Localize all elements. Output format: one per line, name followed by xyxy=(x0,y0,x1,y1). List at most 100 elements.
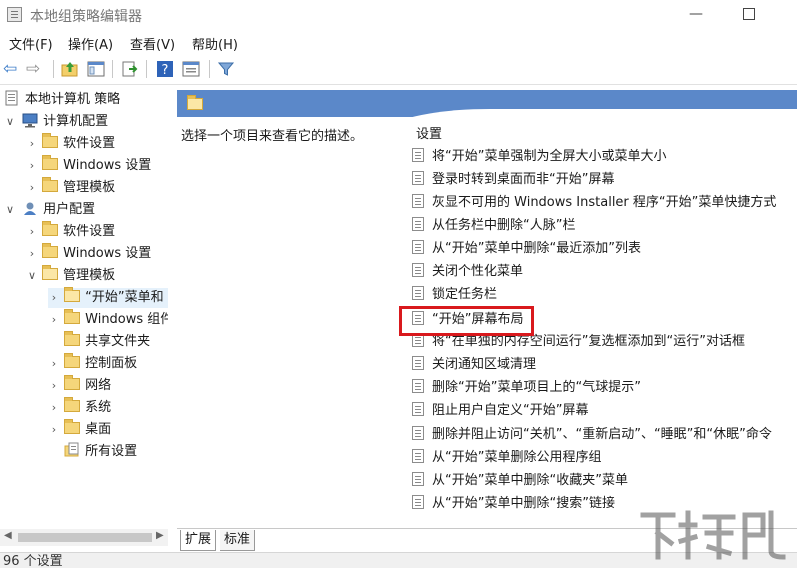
tree-label: 系统 xyxy=(85,400,112,415)
maximize-button[interactable] xyxy=(729,3,769,25)
tree-item-network[interactable]: › 网络 xyxy=(48,375,112,396)
policy-item[interactable]: 从“开始”菜单中删除“最近添加”列表 xyxy=(412,238,641,259)
tree-item-computer-config[interactable]: ∨ 计算机配置 xyxy=(4,112,108,132)
policy-setting-icon xyxy=(412,194,424,208)
expand-chevron-icon[interactable]: › xyxy=(48,288,60,308)
policy-item[interactable]: 阻止用户自定义“开始”屏幕 xyxy=(412,400,588,421)
policy-item[interactable]: 关闭个性化菜单 xyxy=(412,261,523,282)
collapse-chevron-icon[interactable]: ∨ xyxy=(26,266,38,286)
tree-item-cc-windows[interactable]: › Windows 设置 xyxy=(26,155,151,176)
policy-item[interactable]: 从“开始”菜单删除公用程序组 xyxy=(412,447,601,468)
policy-label: 灰显不可用的 Windows Installer 程序“开始”菜单快捷方式 xyxy=(432,195,777,210)
minimize-button[interactable]: — xyxy=(676,3,716,25)
menu-action[interactable]: 操作(A) xyxy=(68,34,113,53)
column-header-setting[interactable]: 设置 xyxy=(416,123,442,142)
expand-chevron-icon[interactable]: › xyxy=(48,376,60,396)
tree-item-cc-admin[interactable]: › 管理模板 xyxy=(26,177,116,198)
tree-label: Windows 组件 xyxy=(85,312,168,327)
policy-item[interactable]: 删除并阻止访问“关机”、“重新启动”、“睡眠”和“休眠”命令 xyxy=(412,424,772,445)
scrollbar-thumb[interactable] xyxy=(18,533,152,542)
show-tree-icon[interactable] xyxy=(86,59,106,79)
window-title: 本地组策略编辑器 xyxy=(30,9,142,25)
help-icon[interactable]: ? xyxy=(155,59,175,79)
tree-item-system[interactable]: › 系统 xyxy=(48,397,112,418)
scroll-right-icon[interactable]: ▶ xyxy=(156,530,164,541)
policy-setting-icon xyxy=(412,356,424,370)
expand-chevron-icon[interactable]: › xyxy=(48,310,60,330)
expand-chevron-icon[interactable]: › xyxy=(48,398,60,418)
policy-setting-icon xyxy=(412,379,424,393)
expand-chevron-icon[interactable]: › xyxy=(26,156,38,176)
policy-setting-icon xyxy=(412,171,424,185)
scroll-left-icon[interactable]: ◀ xyxy=(4,530,12,541)
collapse-chevron-icon[interactable]: ∨ xyxy=(4,200,16,220)
folder-open-icon xyxy=(42,265,59,280)
collapse-chevron-icon[interactable]: ∨ xyxy=(4,112,16,132)
expand-chevron-icon[interactable]: › xyxy=(26,244,38,264)
toolbar-separator xyxy=(146,60,147,78)
tree-label: 管理模板 xyxy=(63,180,116,195)
tree-item-shared-folders[interactable]: 共享文件夹 xyxy=(48,331,151,352)
forward-arrow-icon[interactable]: ⇨ xyxy=(26,60,40,78)
tab-standard[interactable]: 标准 xyxy=(220,530,256,551)
folder-icon xyxy=(64,419,81,434)
tree-label: 共享文件夹 xyxy=(85,334,151,349)
tab-extended[interactable]: 扩展 xyxy=(180,530,217,551)
expand-chevron-icon[interactable]: › xyxy=(48,420,60,440)
policy-setting-icon xyxy=(412,286,424,300)
tree-item-control-panel[interactable]: › 控制面板 xyxy=(48,353,137,374)
all-settings-icon xyxy=(64,442,79,457)
menu-file[interactable]: 文件(F) xyxy=(9,34,53,53)
policy-item[interactable]: 锁定任务栏 xyxy=(412,284,497,305)
properties-icon[interactable] xyxy=(181,59,201,79)
policy-item[interactable]: 关闭通知区域清理 xyxy=(412,354,536,375)
tree-item-root[interactable]: 本地计算机 策略 xyxy=(4,90,120,110)
tree-label: 桌面 xyxy=(85,422,112,437)
tree-item-cc-software[interactable]: › 软件设置 xyxy=(26,133,115,154)
policy-item[interactable]: 灰显不可用的 Windows Installer 程序“开始”菜单快捷方式 xyxy=(412,192,776,213)
policy-item[interactable]: 将“开始”菜单强制为全屏大小或菜单大小 xyxy=(412,146,666,167)
description-text: 选择一个项目来查看它的描述。 xyxy=(181,129,364,144)
policy-label: 删除并阻止访问“关机”、“重新启动”、“睡眠”和“休眠”命令 xyxy=(432,427,772,442)
tree-item-uc-software[interactable]: › 软件设置 xyxy=(26,221,115,242)
expand-chevron-icon[interactable]: › xyxy=(48,354,60,374)
title-bar: 本地组策略编辑器 — xyxy=(0,0,797,30)
export-icon[interactable] xyxy=(120,59,140,79)
toolbar-separator xyxy=(209,60,210,78)
expand-chevron-icon[interactable]: › xyxy=(26,178,38,198)
tree-label: 网络 xyxy=(85,378,112,393)
filter-icon[interactable] xyxy=(216,59,236,79)
computer-icon xyxy=(22,113,38,128)
policy-setting-icon xyxy=(412,263,424,277)
up-folder-icon[interactable] xyxy=(60,59,80,79)
tree-item-desktop[interactable]: › 桌面 xyxy=(48,419,112,440)
policy-item[interactable]: 从“开始”菜单中删除“收藏夹”菜单 xyxy=(412,470,628,491)
tree-item-uc-admin[interactable]: ∨ 管理模板 xyxy=(26,265,115,286)
folder-open-icon xyxy=(64,287,81,302)
tree-item-start-menu[interactable]: › “开始”菜单和 xyxy=(48,287,168,308)
policy-label: 关闭个性化菜单 xyxy=(432,264,524,279)
tree-label: 所有设置 xyxy=(85,444,138,459)
policy-setting-icon xyxy=(412,426,424,440)
tree-item-uc-windows[interactable]: › Windows 设置 xyxy=(26,243,151,264)
policy-item[interactable]: 删除“开始”菜单项目上的“气球提示” xyxy=(412,377,641,398)
tree-item-all-settings[interactable]: 所有设置 xyxy=(48,442,137,462)
expand-chevron-icon[interactable]: › xyxy=(26,134,38,154)
back-arrow-icon[interactable]: ⇦ xyxy=(3,60,17,78)
tree-item-windows-components[interactable]: › Windows 组件 xyxy=(48,309,168,330)
policy-setting-icon xyxy=(412,217,424,231)
policy-item[interactable]: 从任务栏中删除“人脉”栏 xyxy=(412,215,575,236)
tree-item-user-config[interactable]: ∨ 用户配置 xyxy=(4,200,95,220)
expand-chevron-icon[interactable]: › xyxy=(26,222,38,242)
policy-label: 删除“开始”菜单项目上的“气球提示” xyxy=(432,380,641,395)
user-icon xyxy=(24,202,37,215)
app-icon xyxy=(7,7,22,22)
policy-item[interactable]: 登录时转到桌面而非“开始”屏幕 xyxy=(412,169,614,190)
tree-horizontal-scrollbar[interactable]: ◀ ▶ xyxy=(0,529,168,546)
menu-view[interactable]: 查看(V) xyxy=(130,34,175,53)
menu-help[interactable]: 帮助(H) xyxy=(192,34,238,53)
folder-icon xyxy=(42,243,59,258)
policy-label: 阻止用户自定义“开始”屏幕 xyxy=(432,403,589,418)
policy-item[interactable]: 从“开始”菜单中删除“搜索”链接 xyxy=(412,493,615,514)
folder-icon xyxy=(42,155,59,170)
